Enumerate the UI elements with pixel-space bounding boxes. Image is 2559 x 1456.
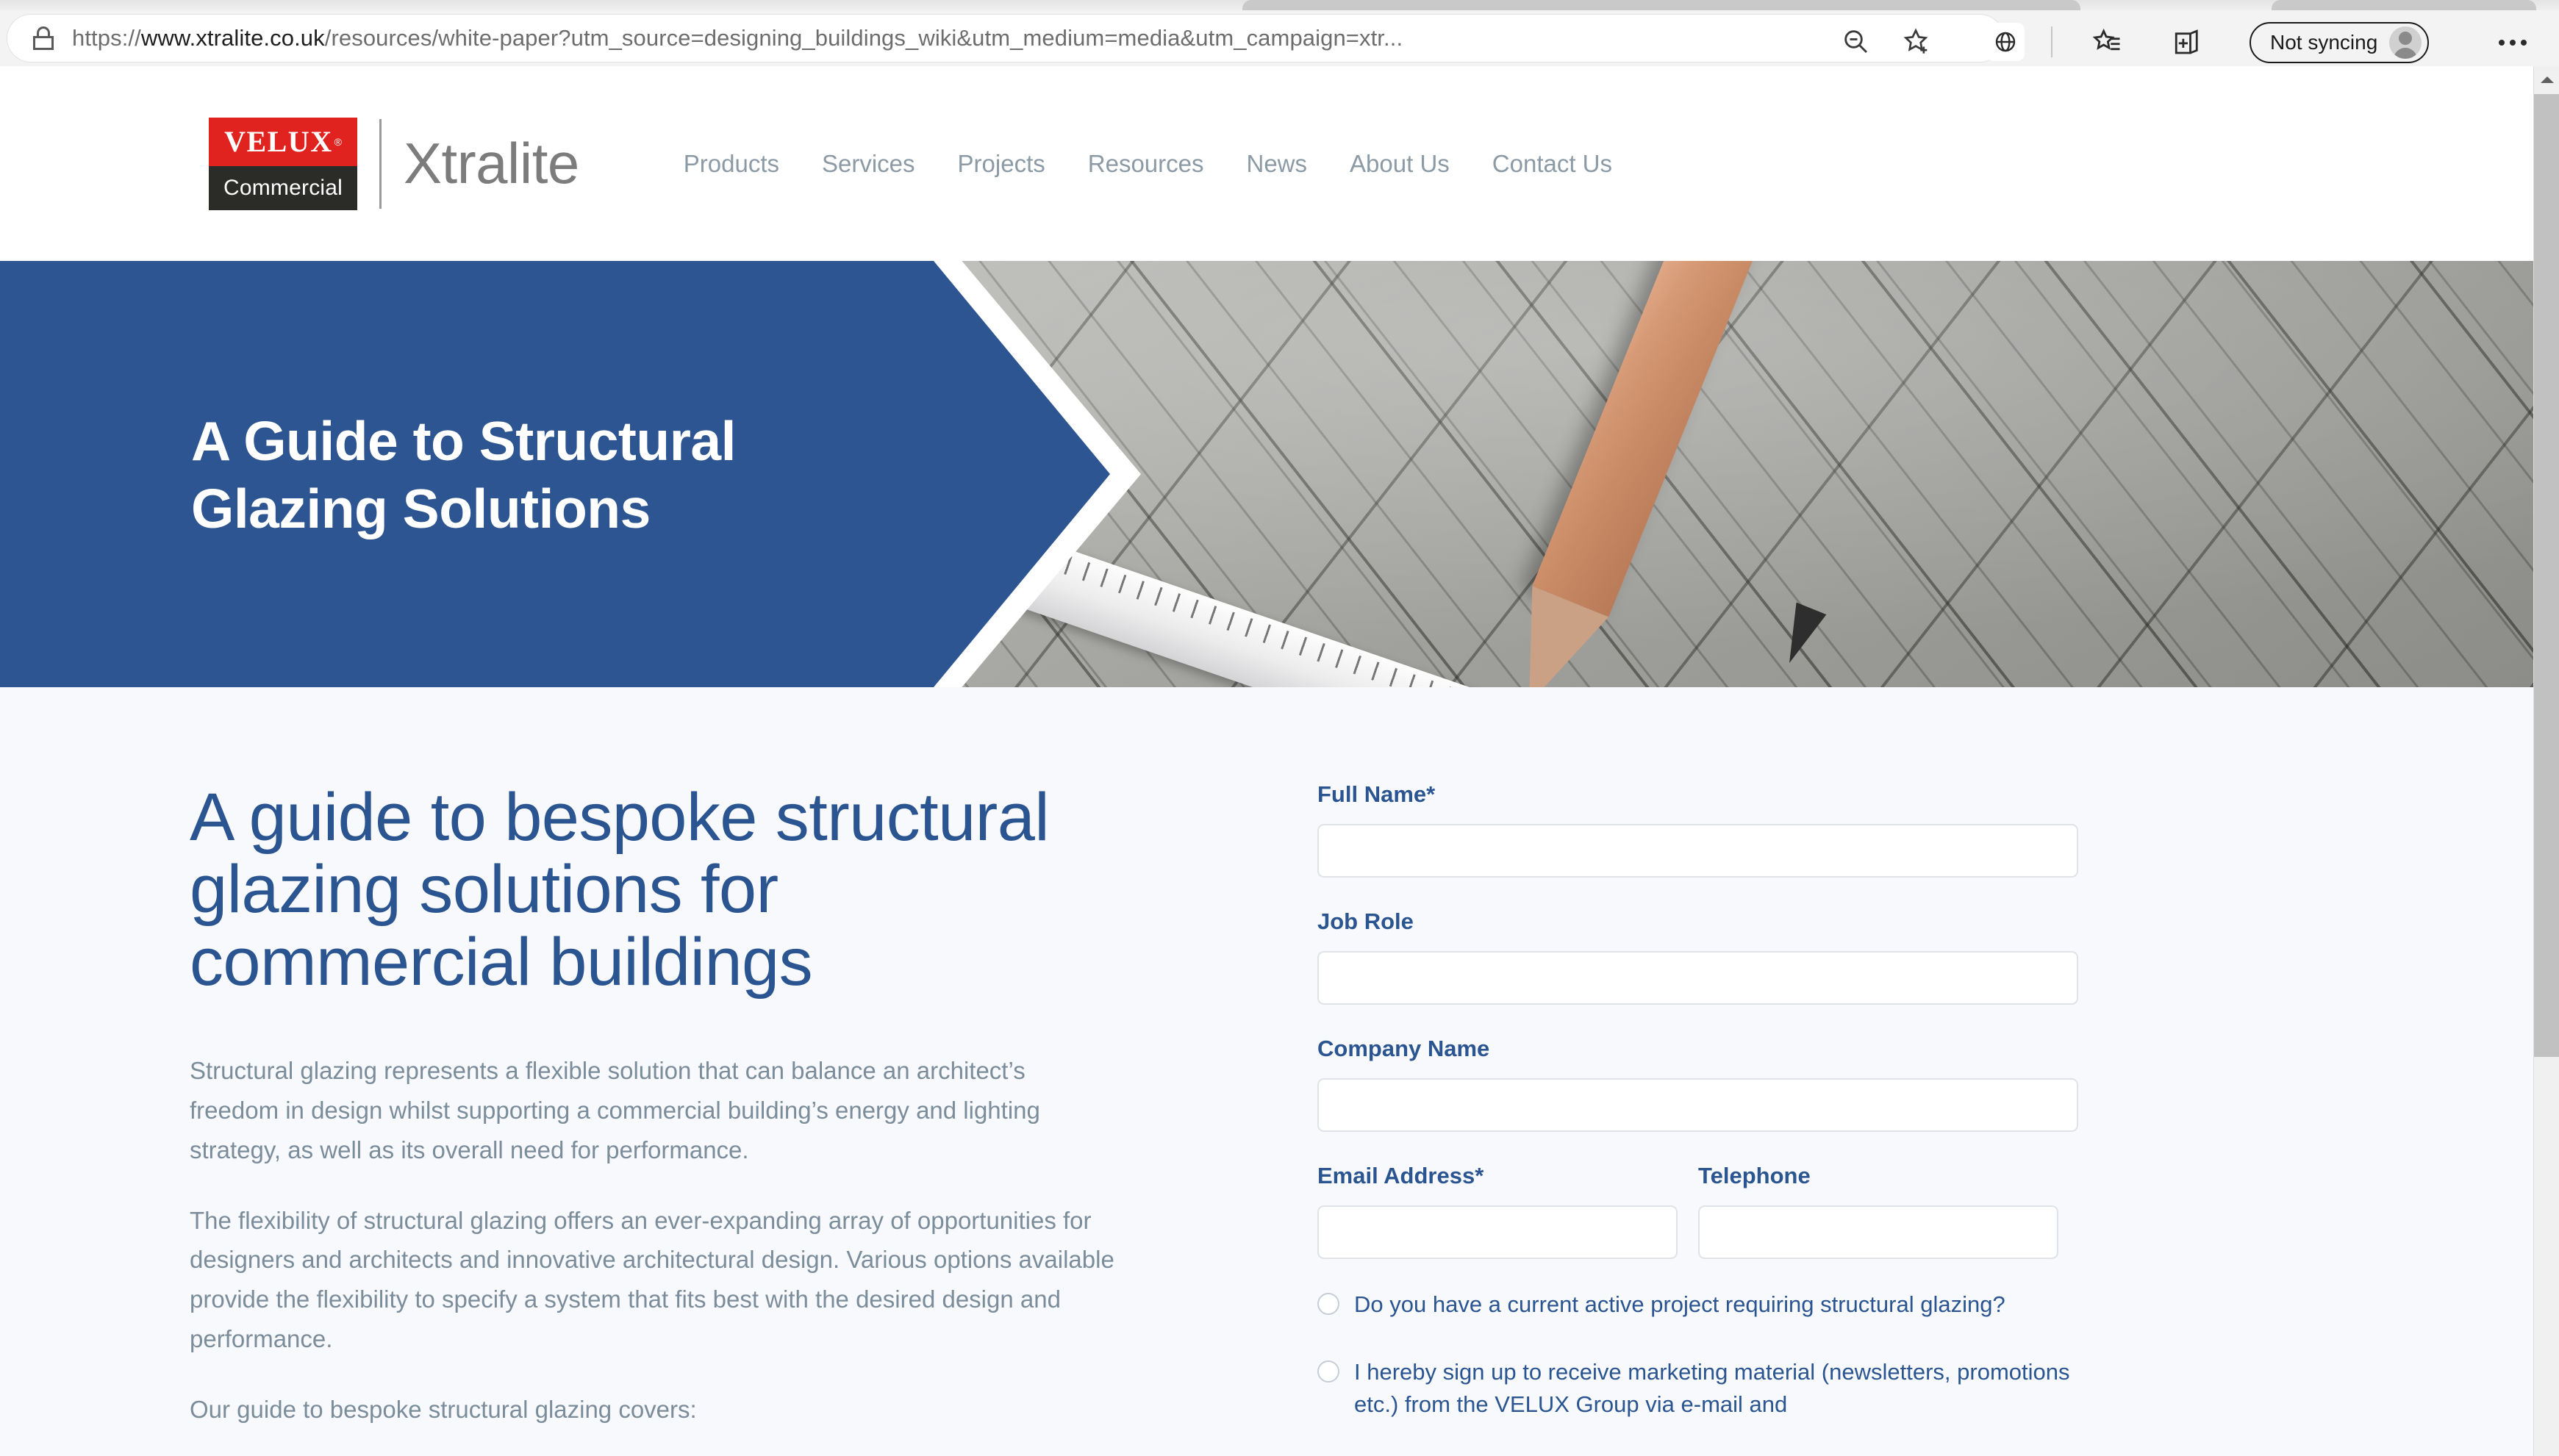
nav-item-about-us[interactable]: About Us — [1350, 150, 1450, 178]
profile-sync-label: Not syncing — [2270, 31, 2378, 54]
xtralite-wordmark: Xtralite — [404, 131, 579, 196]
browser-chrome: https://www.xtralite.co.uk/resources/whi… — [0, 0, 2559, 76]
velux-logo-mark: VELUX ® Commercial — [209, 117, 357, 210]
intro-paragraph-3: Our guide to bespoke structural glazing … — [190, 1395, 697, 1423]
email-input[interactable] — [1317, 1205, 1678, 1259]
field-row-email-telephone: Email Address* Telephone — [1317, 1163, 2078, 1259]
address-bar-url: https://www.xtralite.co.uk/resources/whi… — [72, 25, 1403, 51]
nav-item-projects[interactable]: Projects — [958, 150, 1045, 178]
field-group-company-name: Company Name — [1317, 1036, 2078, 1132]
registered-trademark-icon: ® — [334, 135, 342, 148]
field-group-full-name: Full Name* — [1317, 781, 2078, 878]
job-role-label: Job Role — [1317, 908, 1414, 934]
intro-copy: Structural glazing represents a flexible… — [190, 1051, 1116, 1429]
hero-title-line-2: Glazing Solutions — [191, 477, 651, 539]
globe-extension-icon[interactable] — [1986, 23, 2025, 61]
telephone-input[interactable] — [1698, 1205, 2058, 1259]
consent-row-marketing-optin[interactable]: I hereby sign up to receive marketing ma… — [1317, 1356, 2078, 1421]
nav-item-resources[interactable]: Resources — [1088, 150, 1204, 178]
nav-item-products[interactable]: Products — [684, 150, 779, 178]
page-viewport: VELUX ® Commercial Xtralite Products Serv… — [0, 66, 2533, 1456]
velux-wordmark-box: VELUX ® — [209, 117, 357, 166]
scrollbar-thumb[interactable] — [2534, 94, 2559, 1057]
velux-subbrand-box: Commercial — [209, 165, 357, 210]
browser-tab[interactable] — [1242, 0, 2080, 10]
intro-paragraph-1: Structural glazing represents a flexible… — [190, 1057, 1040, 1163]
site-header: VELUX ® Commercial Xtralite Products Serv… — [0, 66, 2533, 261]
intro-paragraph-2: The flexibility of structural glazing of… — [190, 1206, 1114, 1352]
job-role-input[interactable] — [1317, 951, 2078, 1005]
address-bar[interactable]: https://www.xtralite.co.uk/resources/whi… — [7, 15, 2003, 62]
lock-icon — [32, 26, 54, 50]
nav-item-contact-us[interactable]: Contact Us — [1492, 150, 1612, 178]
email-label: Email Address* — [1317, 1163, 1484, 1188]
zoom-out-icon[interactable] — [1838, 24, 1873, 59]
white-paper-download-form: Full Name* Job Role Company Name Email A… — [1317, 781, 2078, 1421]
omnibox-toolbar: https://www.xtralite.co.uk/resources/whi… — [0, 10, 2559, 66]
velux-subbrand-label: Commercial — [223, 175, 343, 200]
split-screen-icon[interactable] — [2169, 24, 2207, 62]
nav-item-news[interactable]: News — [1247, 150, 1308, 178]
content-column-left: A guide to bespoke structural glazing so… — [190, 781, 1116, 1430]
site-logo[interactable]: VELUX ® Commercial Xtralite — [209, 117, 579, 210]
scroll-up-arrow-icon[interactable] — [2534, 66, 2559, 93]
favorites-star-icon[interactable] — [1898, 24, 1933, 59]
hero-banner: A Guide to Structural Glazing Solutions — [0, 261, 2533, 687]
company-name-label: Company Name — [1317, 1036, 1490, 1061]
marketing-optin-checkbox[interactable] — [1317, 1360, 1339, 1383]
main-navigation: Products Services Projects Resources New… — [684, 150, 1612, 178]
marketing-optin-label: I hereby sign up to receive marketing ma… — [1354, 1359, 2070, 1418]
active-project-label: Do you have a current active project req… — [1354, 1291, 2005, 1317]
field-group-email: Email Address* — [1317, 1163, 1678, 1259]
telephone-label: Telephone — [1698, 1163, 1811, 1188]
avatar — [2389, 26, 2422, 59]
full-name-input[interactable] — [1317, 824, 2078, 878]
company-name-input[interactable] — [1317, 1078, 2078, 1132]
toolbar-divider — [2051, 26, 2052, 57]
tab-strip — [0, 0, 2559, 10]
full-name-label: Full Name* — [1317, 781, 1436, 807]
profile-sync-button[interactable]: Not syncing — [2250, 22, 2430, 63]
ellipsis-menu-icon[interactable] — [2492, 26, 2533, 59]
main-content: A guide to bespoke structural glazing so… — [0, 687, 2533, 1456]
consent-row-active-project[interactable]: Do you have a current active project req… — [1317, 1288, 2078, 1321]
hero-title: A Guide to Structural Glazing Solutions — [191, 408, 736, 542]
field-group-telephone: Telephone — [1698, 1163, 2058, 1259]
page-title: A guide to bespoke structural glazing so… — [190, 780, 1050, 1000]
hero-title-line-1: A Guide to Structural — [191, 410, 736, 472]
logo-divider — [379, 118, 382, 209]
velux-wordmark: VELUX — [224, 125, 333, 158]
page-scrollbar[interactable] — [2533, 66, 2559, 1456]
field-group-job-role: Job Role — [1317, 908, 2078, 1005]
collections-icon[interactable] — [2088, 24, 2126, 62]
browser-tab[interactable] — [2272, 0, 2536, 10]
active-project-checkbox[interactable] — [1317, 1293, 1339, 1315]
nav-item-services[interactable]: Services — [822, 150, 915, 178]
